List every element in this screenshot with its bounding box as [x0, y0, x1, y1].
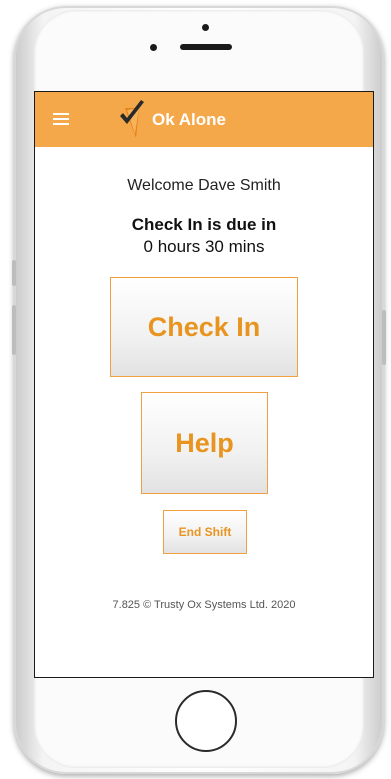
checkin-due-time: 0 hours 30 mins: [143, 237, 265, 256]
app-bar: Ok Alone: [35, 92, 373, 147]
hamburger-menu-icon[interactable]: [53, 112, 69, 126]
proximity-sensor-icon: [150, 44, 157, 51]
end-shift-button[interactable]: End Shift: [163, 510, 247, 554]
check-in-button[interactable]: Check In: [110, 277, 298, 377]
phone-power-button-right: [382, 310, 386, 365]
app-screen: Ok Alone Welcome Dave Smith Check In is …: [34, 91, 374, 678]
app-screenshot: Ok Alone Welcome Dave Smith Check In is …: [0, 0, 391, 779]
help-button[interactable]: Help: [141, 392, 268, 494]
earpiece-speaker-icon: [180, 44, 232, 50]
app-title: Ok Alone: [152, 110, 226, 129]
home-button-icon[interactable]: [175, 690, 237, 752]
front-camera-icon: [202, 24, 209, 31]
phone-volume-button-left: [12, 305, 16, 355]
phone-side-button-left: [12, 260, 16, 286]
ok-alone-checkmark-logo-icon: [120, 100, 144, 138]
checkin-due-label: Check In is due in: [131, 215, 277, 234]
version-footer: 7.825 © Trusty Ox Systems Ltd. 2020: [112, 599, 296, 611]
welcome-message: Welcome Dave Smith: [127, 177, 281, 194]
